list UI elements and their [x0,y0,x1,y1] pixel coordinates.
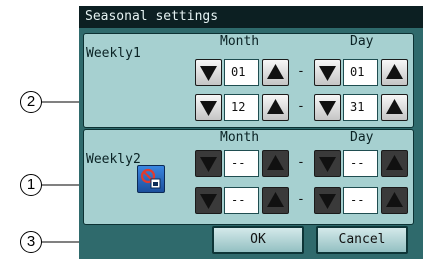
weekly2-start-month-up-button[interactable] [262,150,289,177]
triangle-down-icon [319,101,336,116]
triangle-up-icon [386,192,403,207]
weekly1-start-day-field[interactable]: 01 [343,59,378,86]
triangle-down-icon [200,157,217,172]
weekly1-panel: Weekly1 Month Day 01 - 01 12 - 31 [83,33,414,128]
weekly1-end-month-field[interactable]: 12 [224,94,259,121]
callout-3: 3 [20,231,42,253]
ok-button[interactable]: OK [212,226,304,254]
weekly2-start-day-up-button[interactable] [381,150,408,177]
weekly1-start-month-down-button[interactable] [195,59,222,86]
weekly1-label: Weekly1 [86,46,141,61]
weekly2-start-month-field[interactable]: -- [224,150,259,177]
weekly2-month-header: Month [220,130,260,145]
weekly2-end-separator: - [297,192,305,207]
weekly2-day-header: Day [350,130,374,145]
weekly2-start-day-down-button[interactable] [314,150,341,177]
weekly2-end-day-field[interactable]: -- [343,187,378,214]
triangle-up-icon [386,64,403,79]
weekly1-end-day-field[interactable]: 31 [343,94,378,121]
triangle-up-icon [267,155,284,170]
callout-2: 2 [20,91,42,113]
triangle-down-icon [200,66,217,81]
weekly1-start-day-up-button[interactable] [381,59,408,86]
triangle-down-icon [200,194,217,209]
cancel-button[interactable]: Cancel [316,226,408,254]
copy-icon [140,168,161,189]
weekly2-end-month-up-button[interactable] [262,187,289,214]
triangle-down-icon [200,101,217,116]
weekly2-panel: Weekly2 Month Day -- - -- -- - -- [83,129,414,225]
weekly1-start-month-up-button[interactable] [262,59,289,86]
weekly1-day-header: Day [350,34,374,49]
weekly1-end-separator: - [297,99,305,114]
weekly1-end-day-down-button[interactable] [314,94,341,121]
triangle-down-icon [319,157,336,172]
triangle-down-icon [319,194,336,209]
seasonal-settings-screen: Seasonal settings Weekly1 Month Day 01 -… [79,6,423,259]
weekly1-start-day-down-button[interactable] [314,59,341,86]
triangle-up-icon [386,99,403,114]
weekly1-end-day-up-button[interactable] [381,94,408,121]
weekly2-end-day-up-button[interactable] [381,187,408,214]
callout-1: 1 [20,174,42,196]
weekly2-start-separator: - [297,155,305,170]
weekly2-end-month-field[interactable]: -- [224,187,259,214]
weekly2-end-day-down-button[interactable] [314,187,341,214]
window-title: Seasonal settings [79,6,423,28]
copy-settings-button[interactable] [137,165,165,193]
weekly2-label: Weekly2 [86,152,141,167]
weekly1-end-month-up-button[interactable] [262,94,289,121]
weekly1-start-month-field[interactable]: 01 [224,59,259,86]
triangle-up-icon [267,64,284,79]
triangle-up-icon [386,155,403,170]
weekly1-end-month-down-button[interactable] [195,94,222,121]
triangle-up-icon [267,192,284,207]
weekly1-month-header: Month [220,34,260,49]
weekly2-end-month-down-button[interactable] [195,187,222,214]
weekly1-start-separator: - [297,64,305,79]
weekly2-start-month-down-button[interactable] [195,150,222,177]
weekly2-start-day-field[interactable]: -- [343,150,378,177]
triangle-down-icon [319,66,336,81]
triangle-up-icon [267,99,284,114]
